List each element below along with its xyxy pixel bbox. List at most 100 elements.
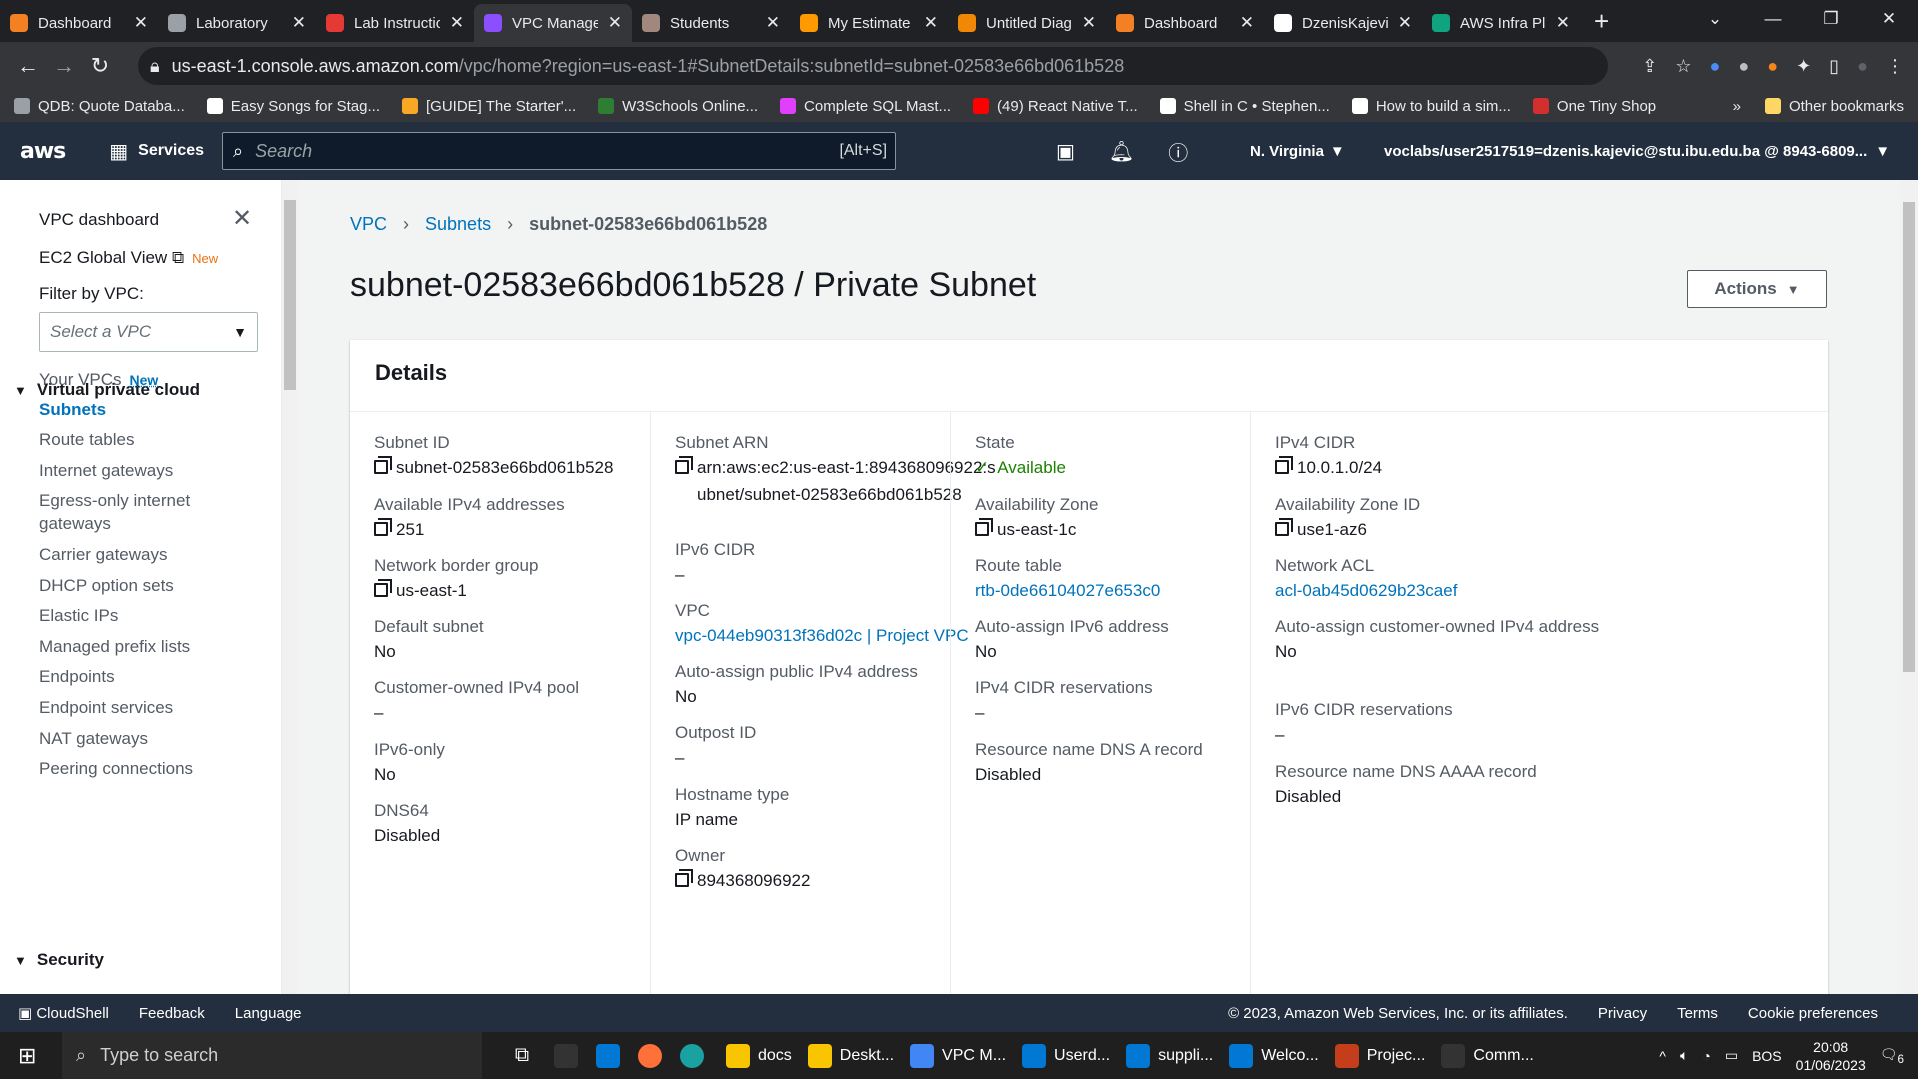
sidebar-item[interactable]: Peering connections xyxy=(39,759,193,779)
breadcrumb-subnets[interactable]: Subnets xyxy=(425,214,491,235)
battery-icon[interactable]: ▭ xyxy=(1725,1047,1738,1064)
taskbar-app[interactable]: Projec... xyxy=(1327,1032,1434,1079)
bookmark-item[interactable]: Easy Songs for Stag... xyxy=(206,98,380,115)
profile-avatar[interactable]: ● xyxy=(1857,56,1868,77)
close-tab-icon[interactable]: ✕ xyxy=(924,13,938,33)
language-link[interactable]: Language xyxy=(235,1005,302,1022)
puzzle-icon[interactable]: ✦ xyxy=(1796,56,1811,77)
console-search-input[interactable]: ⌕ Search [Alt+S] xyxy=(222,132,897,170)
bookmark-item[interactable]: (49) React Native T... xyxy=(973,98,1138,115)
bookmark-item[interactable]: How to build a sim... xyxy=(1351,98,1511,115)
close-tab-icon[interactable]: ✕ xyxy=(1240,13,1254,33)
url-bar[interactable]: 🔒︎ us-east-1.console.aws.amazon.com /vpc… xyxy=(138,47,1608,85)
help-icon[interactable]: ⓘ xyxy=(1168,137,1188,166)
notifications-icon[interactable]: 🗨︎6 xyxy=(1880,1046,1904,1066)
main-scrollbar[interactable] xyxy=(1900,180,1918,994)
close-tab-icon[interactable]: ✕ xyxy=(292,13,306,33)
sidebar-item[interactable]: DHCP option sets xyxy=(39,576,174,596)
menu-dots-icon[interactable]: ⋮ xyxy=(1886,56,1904,77)
sidebar-item[interactable]: Managed prefix lists xyxy=(39,637,190,657)
browser-tab[interactable]: Dashboard ✕ xyxy=(0,4,158,42)
services-button[interactable]: ▦ Services xyxy=(109,139,204,164)
browser-tab[interactable]: DzenisKajevic ✕ xyxy=(1264,4,1422,42)
sidebar-item[interactable]: Internet gateways xyxy=(39,461,173,481)
chatgpt-icon[interactable] xyxy=(554,1043,578,1068)
sidebar-item[interactable]: Endpoints xyxy=(39,667,115,687)
sidebar-item[interactable]: NAT gateways xyxy=(39,729,148,749)
taskbar-app[interactable]: Userd... xyxy=(1014,1032,1118,1079)
browser-tab[interactable]: VPC Management ✕ xyxy=(474,4,632,42)
sidebar-item[interactable]: Endpoint services xyxy=(39,698,173,718)
detail-value[interactable]: acl-0ab45d0629b23caef xyxy=(1275,577,1605,604)
clock[interactable]: 20:08 01/06/2023 xyxy=(1796,1038,1866,1074)
browser-tab[interactable]: My Estimate ✕ xyxy=(790,4,948,42)
close-tab-icon[interactable]: ✕ xyxy=(450,13,464,33)
taskbar-app[interactable]: Welco... xyxy=(1221,1032,1327,1079)
bookmarks-overflow-icon[interactable]: » xyxy=(1733,98,1741,115)
extension-icon[interactable]: ● xyxy=(1710,56,1721,77)
minimize-button[interactable]: — xyxy=(1744,0,1802,38)
mail-icon[interactable] xyxy=(596,1043,620,1068)
bookmark-item[interactable]: Shell in C • Stephen... xyxy=(1159,98,1330,115)
close-tab-icon[interactable]: ✕ xyxy=(766,13,780,33)
privacy-link[interactable]: Privacy xyxy=(1598,1005,1647,1022)
bookmark-item[interactable]: One Tiny Shop xyxy=(1532,98,1656,115)
sidepanel-icon[interactable]: ▯ xyxy=(1829,56,1839,77)
bookmark-item[interactable]: [GUIDE] The Starter'... xyxy=(402,98,576,115)
copy-icon[interactable] xyxy=(1275,518,1293,536)
scrollbar-thumb[interactable] xyxy=(1903,202,1915,672)
taskbar-search-input[interactable]: ⌕ Type to search xyxy=(62,1032,482,1079)
sidebar-item[interactable]: Route tables xyxy=(39,430,134,450)
aws-logo[interactable]: aws xyxy=(20,139,66,164)
copy-icon[interactable] xyxy=(374,518,392,536)
close-tab-icon[interactable]: ✕ xyxy=(1556,13,1570,33)
sidebar-item[interactable]: Subnets xyxy=(39,400,106,420)
sidebar-item[interactable]: Elastic IPs xyxy=(39,606,118,626)
terms-link[interactable]: Terms xyxy=(1677,1005,1718,1022)
sidebar-item[interactable]: Egress-only internet xyxy=(39,491,190,511)
close-tab-icon[interactable]: ✕ xyxy=(134,13,148,33)
browser-tab[interactable]: Dashboard ✕ xyxy=(1106,4,1264,42)
bookmark-item[interactable]: W3Schools Online... xyxy=(598,98,758,115)
taskbar-app[interactable]: docs xyxy=(718,1032,800,1079)
actions-button[interactable]: Actions ▼ xyxy=(1687,270,1827,308)
volume-icon[interactable]: 🔈︎ xyxy=(1680,1047,1688,1064)
new-tab-button[interactable]: + xyxy=(1580,4,1623,42)
back-icon[interactable]: ← xyxy=(10,53,46,79)
section-security[interactable]: ▼ Security xyxy=(14,950,104,970)
share-icon[interactable]: ⇪ xyxy=(1642,56,1657,77)
region-selector[interactable]: N. Virginia ▼ xyxy=(1250,122,1345,180)
task-view-icon[interactable]: ⧉ xyxy=(502,1044,542,1067)
chevron-up-icon[interactable]: ^ xyxy=(1659,1048,1666,1064)
extension-icon[interactable]: ● xyxy=(1738,56,1749,77)
notifications-bell-icon[interactable]: 🔔︎ xyxy=(1109,139,1134,164)
sidebar-item[interactable]: Carrier gateways xyxy=(39,545,168,565)
taskbar-app[interactable]: suppli... xyxy=(1118,1032,1221,1079)
close-window-button[interactable]: ✕ xyxy=(1860,0,1918,38)
sidebar-item-ec2-global-view[interactable]: EC2 Global View ⧉ New xyxy=(39,248,218,268)
browser-tab[interactable]: Untitled Diagram ✕ xyxy=(948,4,1106,42)
copy-icon[interactable] xyxy=(975,518,993,536)
breadcrumb-vpc[interactable]: VPC xyxy=(350,214,387,235)
windows-start-icon[interactable]: ⊞ xyxy=(18,1043,36,1069)
sidebar-item[interactable]: Your VPCs New xyxy=(39,370,158,390)
copy-icon[interactable] xyxy=(374,456,392,474)
cloudshell-link[interactable]: ▣ CloudShell xyxy=(18,1004,109,1022)
wifi-icon[interactable]: ◔ xyxy=(1702,1048,1710,1064)
sidebar-item-vpc-dashboard[interactable]: VPC dashboard xyxy=(39,210,159,230)
language-indicator[interactable]: BOS xyxy=(1752,1048,1782,1064)
close-tab-icon[interactable]: ✕ xyxy=(1398,13,1412,33)
bookmark-item[interactable]: Complete SQL Mast... xyxy=(780,98,951,115)
taskbar-app[interactable]: VPC M... xyxy=(902,1032,1014,1079)
cloudshell-icon[interactable]: ▣ xyxy=(1056,139,1075,164)
copy-icon[interactable] xyxy=(675,869,693,887)
browser-tab[interactable]: Students ✕ xyxy=(632,4,790,42)
browser-tab[interactable]: AWS Infra Plan ✕ xyxy=(1422,4,1580,42)
cookie-preferences-link[interactable]: Cookie preferences xyxy=(1748,1005,1878,1022)
other-bookmarks[interactable]: Other bookmarks xyxy=(1764,98,1904,115)
forward-icon[interactable]: → xyxy=(46,53,82,79)
sidebar-scrollbar[interactable] xyxy=(282,180,298,994)
taskbar-app[interactable]: Comm... xyxy=(1433,1032,1541,1079)
close-tab-icon[interactable]: ✕ xyxy=(608,13,622,33)
copy-icon[interactable] xyxy=(675,456,693,474)
